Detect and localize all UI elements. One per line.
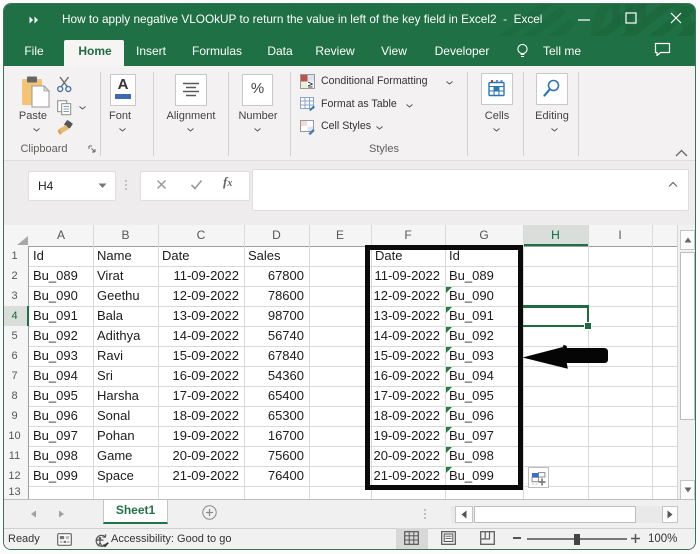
svg-text:≥: ≥ xyxy=(308,80,313,90)
